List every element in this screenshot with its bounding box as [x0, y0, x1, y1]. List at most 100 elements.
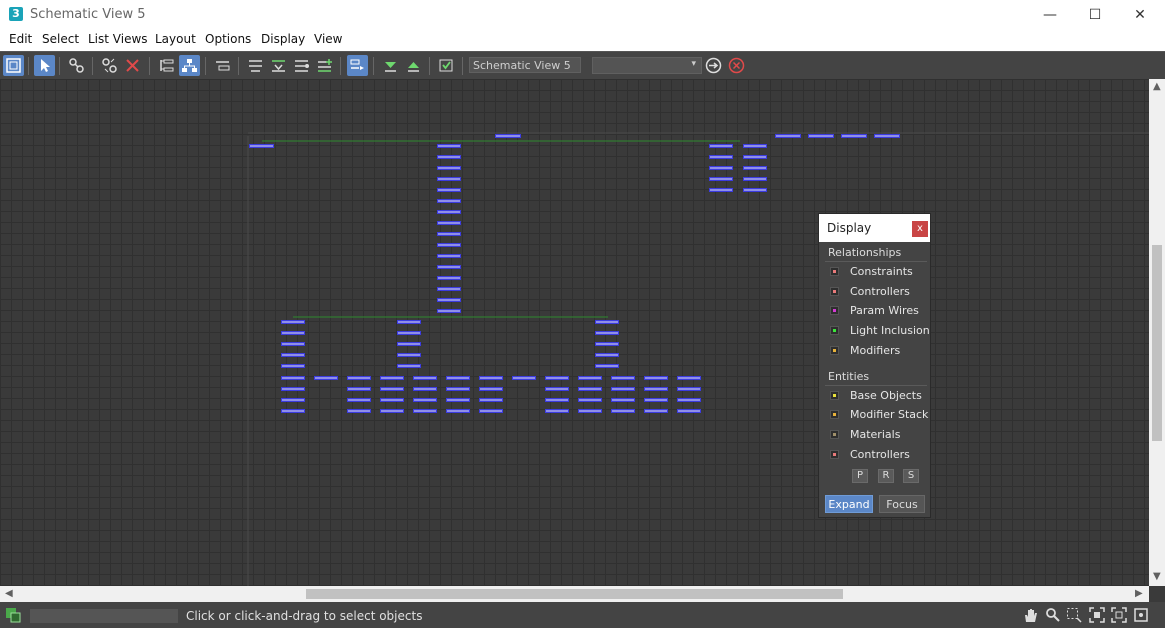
arrange-children-button[interactable]: [245, 55, 266, 76]
schematic-node[interactable]: [775, 134, 801, 138]
zoom-to-bookmark-button[interactable]: [703, 55, 724, 76]
schematic-node[interactable]: [380, 409, 404, 413]
schematic-node[interactable]: [743, 177, 767, 181]
horizontal-scroll-thumb[interactable]: [306, 589, 843, 599]
bookmark-dropdown[interactable]: ▾: [592, 57, 702, 74]
schematic-node[interactable]: [446, 398, 470, 402]
schematic-node[interactable]: [314, 376, 338, 380]
free-all-button[interactable]: [291, 55, 312, 76]
schematic-node[interactable]: [281, 409, 305, 413]
move-children-button[interactable]: [347, 55, 368, 76]
schematic-node[interactable]: [437, 188, 461, 192]
arrange-selected-button[interactable]: [268, 55, 289, 76]
schematic-node[interactable]: [808, 134, 834, 138]
schematic-node[interactable]: [249, 144, 274, 148]
schematic-node[interactable]: [281, 398, 305, 402]
expand-button[interactable]: Expand: [825, 495, 873, 513]
always-arrange-button[interactable]: [212, 55, 233, 76]
schematic-node[interactable]: [677, 398, 701, 402]
status-input-field[interactable]: [30, 609, 178, 623]
schematic-node[interactable]: [347, 387, 371, 391]
schematic-node[interactable]: [611, 376, 635, 380]
schematic-node[interactable]: [595, 320, 619, 324]
schematic-node[interactable]: [397, 342, 421, 346]
zoom-extents-icon[interactable]: [1089, 607, 1105, 623]
schematic-node[interactable]: [479, 376, 503, 380]
schematic-node[interactable]: [709, 144, 733, 148]
schematic-node[interactable]: [413, 387, 437, 391]
schematic-node[interactable]: [677, 376, 701, 380]
schematic-node[interactable]: [545, 387, 569, 391]
schematic-node[interactable]: [644, 398, 668, 402]
schematic-node[interactable]: [545, 398, 569, 402]
schematic-node[interactable]: [347, 398, 371, 402]
position-controller-button[interactable]: P: [852, 469, 868, 483]
schematic-node[interactable]: [347, 409, 371, 413]
preferences-button[interactable]: [436, 55, 457, 76]
rotation-controller-button[interactable]: R: [878, 469, 894, 483]
display-panel-close-button[interactable]: x: [912, 221, 928, 237]
scroll-right-icon[interactable]: ▶: [1135, 588, 1143, 599]
schematic-node[interactable]: [437, 243, 461, 247]
schematic-node[interactable]: [397, 320, 421, 324]
vertical-scroll-thumb[interactable]: [1152, 245, 1162, 441]
schematic-node[interactable]: [281, 342, 305, 346]
schematic-node[interactable]: [437, 254, 461, 258]
schematic-node[interactable]: [841, 134, 867, 138]
connect-button[interactable]: [66, 55, 87, 76]
schematic-node[interactable]: [437, 309, 461, 313]
schematic-node[interactable]: [413, 398, 437, 402]
schematic-node[interactable]: [644, 409, 668, 413]
schematic-node[interactable]: [437, 287, 461, 291]
zoom-icon[interactable]: [1045, 607, 1061, 623]
schematic-node[interactable]: [611, 409, 635, 413]
menu-options[interactable]: Options: [205, 32, 251, 46]
remove-bookmark-button[interactable]: [726, 55, 747, 76]
display-floater-button[interactable]: [3, 55, 24, 76]
pan-to-selected-icon[interactable]: [1133, 607, 1149, 623]
schematic-node[interactable]: [578, 409, 602, 413]
schematic-node[interactable]: [545, 376, 569, 380]
schematic-node[interactable]: [281, 364, 305, 368]
schematic-node[interactable]: [437, 199, 461, 203]
schematic-node[interactable]: [578, 376, 602, 380]
schematic-node[interactable]: [347, 376, 371, 380]
menu-layout[interactable]: Layout: [155, 32, 196, 46]
vertical-scrollbar[interactable]: ▲ ▼: [1149, 79, 1165, 586]
schematic-node[interactable]: [397, 331, 421, 335]
menu-display[interactable]: Display: [261, 32, 305, 46]
schematic-node[interactable]: [380, 387, 404, 391]
schematic-node[interactable]: [611, 398, 635, 402]
schematic-node[interactable]: [413, 376, 437, 380]
schematic-node[interactable]: [437, 276, 461, 280]
schematic-node[interactable]: [397, 353, 421, 357]
schematic-node[interactable]: [545, 409, 569, 413]
display-panel-header[interactable]: Display x: [819, 214, 930, 242]
schematic-node[interactable]: [512, 376, 536, 380]
schematic-node[interactable]: [874, 134, 900, 138]
schematic-node[interactable]: [437, 144, 461, 148]
schematic-node[interactable]: [281, 320, 305, 324]
schematic-node[interactable]: [281, 376, 305, 380]
schematic-node[interactable]: [437, 210, 461, 214]
schematic-node[interactable]: [437, 298, 461, 302]
scale-controller-button[interactable]: S: [903, 469, 919, 483]
zoom-extents-selected-icon[interactable]: [1111, 607, 1127, 623]
menu-list-views[interactable]: List Views: [88, 32, 148, 46]
schematic-node[interactable]: [495, 134, 521, 138]
menu-view[interactable]: View: [314, 32, 342, 46]
free-selected-button[interactable]: [314, 55, 335, 76]
schematic-node[interactable]: [446, 387, 470, 391]
schematic-node[interactable]: [479, 387, 503, 391]
schematic-node[interactable]: [397, 364, 421, 368]
schematic-node[interactable]: [743, 166, 767, 170]
schematic-node[interactable]: [479, 398, 503, 402]
schematic-node[interactable]: [709, 188, 733, 192]
schematic-node[interactable]: [446, 376, 470, 380]
close-button[interactable]: ✕: [1117, 0, 1163, 30]
schematic-node[interactable]: [595, 331, 619, 335]
schematic-node[interactable]: [437, 265, 461, 269]
menu-select[interactable]: Select: [42, 32, 79, 46]
schematic-node[interactable]: [595, 353, 619, 357]
schematic-node[interactable]: [437, 221, 461, 225]
